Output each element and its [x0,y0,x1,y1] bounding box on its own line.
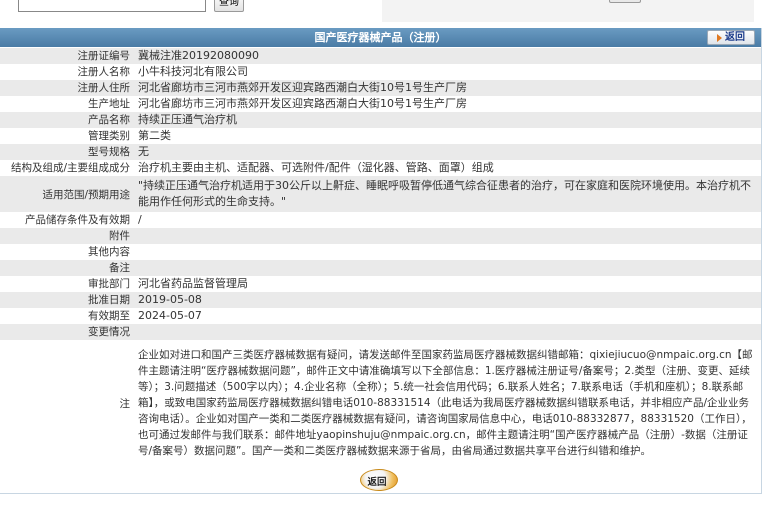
row-change-status: 变更情况 [0,324,761,340]
field-label: 产品名称 [88,114,130,126]
row-registrant-name: 注册人名称 小牛科技河北有限公司 [0,64,761,80]
field-value: 持续正压通气治疗机 [138,113,237,126]
arrow-right-icon [717,33,722,42]
row-approval-date: 批准日期 2019-05-08 [0,292,761,308]
row-storage-conditions: 产品储存条件及有效期 / [0,212,761,228]
search-button[interactable]: 查询 [214,0,244,12]
field-label: 有效期至 [88,310,130,322]
row-product-name: 产品名称 持续正压通气治疗机 [0,112,761,128]
field-value: "持续正压通气治疗机适用于30公斤以上鼾症、睡眠呼吸暂停低通气综合征患者的治疗，… [138,179,752,208]
field-value [133,244,761,260]
row-attachments: 附件 [0,228,761,244]
field-label: 备注 [109,262,130,274]
field-label: 注册人名称 [77,66,131,78]
right-search-panel [382,0,754,22]
search-input[interactable] [18,0,206,12]
field-value [133,260,761,276]
row-other-content: 其他内容 [0,244,761,260]
field-value: 2019-05-08 [138,293,202,306]
field-label: 管理类别 [88,130,130,142]
note-text: 企业如对进口和国产三类医疗器械数据有疑问，请发送邮件至国家药监局医疗器械数据纠错… [138,349,753,457]
row-valid-until: 有效期至 2024-05-07 [0,308,761,324]
row-remarks: 备注 [0,260,761,276]
field-value [133,324,761,340]
field-label: 其他内容 [88,246,130,258]
field-label: 注册证编号 [77,50,131,62]
row-management-class: 管理类别 第二类 [0,128,761,144]
right-panel-button[interactable] [609,0,641,3]
field-value: 第二类 [138,129,171,142]
field-label: 注 [119,397,131,410]
field-label: 变更情况 [88,326,130,338]
field-label: 产品储存条件及有效期 [25,214,130,226]
detail-table: 国产医疗器械产品（注册） 返回 注册证编号 冀械注准20192080090 注册… [0,28,762,494]
back-button-bottom-label: 返回 [367,477,387,488]
field-label: 批准日期 [88,294,130,306]
row-registration-number: 注册证编号 冀械注准20192080090 [0,48,761,64]
page-title: 国产医疗器械产品（注册） [314,31,447,44]
field-value: 河北省廊坊市三河市燕郊开发区迎宾路西潮白大街10号1号生产厂房 [138,97,467,110]
field-label: 适用范围/预期用途 [42,188,130,201]
back-button-top[interactable]: 返回 [707,30,755,45]
field-value: 河北省廊坊市三河市燕郊开发区迎宾路西潮白大街10号1号生产厂房 [138,81,467,94]
row-structure-composition: 结构及组成/主要组成成分 治疗机主要由主机、适配器、可选附件/配件（湿化器、管路… [0,160,761,176]
field-label: 注册人住所 [77,82,131,94]
field-label: 生产地址 [88,98,130,110]
table-header: 国产医疗器械产品（注册） 返回 [0,28,761,47]
row-model-spec: 型号规格 无 [0,144,761,160]
field-value: 冀械注准20192080090 [138,49,259,62]
field-label: 附件 [109,230,130,242]
field-value: / [138,213,142,226]
field-label: 结构及组成/主要组成成分 [10,162,130,174]
row-registrant-address: 注册人住所 河北省廊坊市三河市燕郊开发区迎宾路西潮白大街10号1号生产厂房 [0,80,761,96]
field-value: 无 [138,145,149,158]
row-intended-use: 适用范围/预期用途 "持续正压通气治疗机适用于30公斤以上鼾症、睡眠呼吸暂停低通… [0,176,761,212]
field-value: 治疗机主要由主机、适配器、可选附件/配件（湿化器、管路、面罩）组成 [138,161,494,174]
field-value [133,228,761,244]
field-label: 型号规格 [88,146,130,158]
back-button-bottom[interactable]: 返回 [360,467,400,493]
field-value: 2024-05-07 [138,309,202,322]
row-note: 注 企业如对进口和国产三类医疗器械数据有疑问，请发送邮件至国家药监局医疗器械数据… [0,340,761,466]
back-button-label: 返回 [725,32,745,43]
top-search-bar: 查询 [0,0,765,22]
field-value: 河北省药品监督管理局 [138,277,248,290]
field-value: 小牛科技河北有限公司 [138,65,248,78]
field-label: 审批部门 [88,278,130,290]
row-approval-department: 审批部门 河北省药品监督管理局 [0,276,761,292]
row-production-address: 生产地址 河北省廊坊市三河市燕郊开发区迎宾路西潮白大街10号1号生产厂房 [0,96,761,112]
